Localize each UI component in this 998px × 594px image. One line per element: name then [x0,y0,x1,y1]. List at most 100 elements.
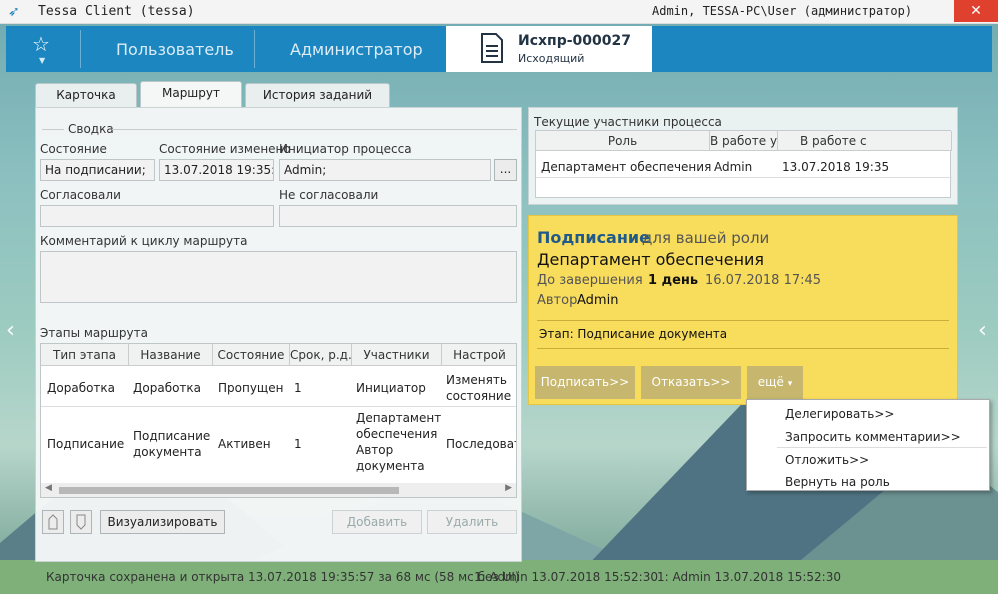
column-header[interactable]: Участники [352,344,442,366]
table-cell[interactable]: Доработка [133,380,201,396]
state-changed-label: Состояние изменено [159,142,291,156]
more-actions-menu: Делегировать>> Запросить комментарии>> О… [746,399,990,491]
nav-bar: ☆ ▼ Пользователь Администратор Исхпр-000… [6,26,992,72]
column-header[interactable]: Срок, р.д. [290,344,352,366]
column-header[interactable]: В работе у [710,131,778,151]
table-cell[interactable]: Департамент обеспечения [541,159,711,175]
visualize-button[interactable]: Визуализировать [100,510,225,534]
task-role: Департамент обеспечения [537,250,765,269]
participants-table: Роль В работе у В работе с Департамент о… [535,130,952,198]
column-header[interactable]: Настрой [442,344,516,366]
table-cell[interactable]: Admin [714,159,752,175]
due-label: До завершения [537,273,643,288]
column-header[interactable]: Название [129,344,213,366]
move-down-button[interactable] [70,510,92,534]
window-title: Tessa Client (tessa) [38,4,195,19]
group-divider [112,129,517,130]
refuse-button[interactable]: Отказать>> [641,366,741,399]
scroll-right-icon[interactable]: ▶ [505,483,512,493]
state-changed-field[interactable]: 13.07.2018 19:35:46 [159,159,274,181]
chevron-down-icon[interactable]: ▼ [39,56,45,65]
table-cell[interactable]: Инициатор [356,380,426,396]
title-bar: ➶ Tessa Client (tessa) Admin, TESSA-PC\U… [0,0,998,24]
horizontal-scrollbar[interactable]: ◀ ▶ [41,483,516,497]
table-cell[interactable]: Подписание документа [133,428,211,460]
more-button[interactable]: ещё ▾ [747,366,803,399]
stages-table: Тип этапа Название Состояние Срок, р.д. … [40,343,517,498]
column-header[interactable]: Роль [536,131,710,151]
task-title-suffix: для вашей роли [642,229,770,247]
nav-tab-admin[interactable]: Администратор [290,40,423,59]
state-label: Состояние [40,142,107,156]
scrollbar-thumb[interactable] [59,487,399,494]
document-number: Исхпр-000027 [518,33,631,49]
status-entry[interactable]: 1: Admin 13.07.2018 15:52:30 [474,570,658,584]
initiator-browse-button[interactable]: ... [494,159,517,181]
stages-label: Этапы маршрута [40,326,148,340]
task-stage: Этап: Подписание документа [539,327,728,341]
column-header[interactable]: Тип этапа [41,344,129,366]
menu-item-postpone[interactable]: Отложить>> [785,453,869,467]
table-cell[interactable]: Департамент обеспечения Автор документа [356,410,441,474]
tab-task-history[interactable]: История заданий [245,83,390,107]
more-label: ещё [757,375,784,389]
state-field[interactable]: На подписании; [40,159,155,181]
row-divider [536,177,952,178]
nav-divider [80,30,81,68]
participants-title: Текущие участники процесса [534,115,722,129]
scroll-left-icon[interactable]: ◀ [45,483,52,493]
due-value: 1 день [648,273,699,288]
tab-card[interactable]: Карточка [35,83,137,107]
nav-tab-document[interactable]: Исхпр-000027 Исходящий [446,26,652,72]
status-entry[interactable]: 1: Admin 13.07.2018 15:52:30 [657,570,841,584]
delete-stage-button[interactable]: Удалить [427,510,517,534]
favorites-star-icon[interactable]: ☆ [32,32,50,56]
table-cell[interactable]: Подписание [47,436,124,452]
table-cell[interactable]: Последоват [446,436,516,452]
summary-group-title: Сводка [68,122,114,136]
menu-item-return-to-role[interactable]: Вернуть на роль [785,475,890,489]
close-button[interactable]: ✕ [954,0,998,22]
chevron-down-icon: ▾ [787,379,793,389]
approved-field[interactable] [40,205,274,227]
move-up-button[interactable] [42,510,64,534]
initiator-field[interactable]: Admin; [279,159,491,181]
row-divider [41,406,516,407]
table-cell[interactable]: Пропущен [218,380,283,396]
menu-item-request-comments[interactable]: Запросить комментарии>> [785,430,961,444]
tab-route[interactable]: Маршрут [140,81,242,107]
add-stage-button[interactable]: Добавить [332,510,422,534]
not-approved-field[interactable] [279,205,517,227]
document-type: Исходящий [518,52,585,65]
table-cell[interactable]: Активен [218,436,271,452]
table-cell[interactable]: 13.07.2018 19:35 [782,159,889,175]
menu-item-delegate[interactable]: Делегировать>> [785,407,894,421]
task-title: Подписание [537,228,650,247]
not-approved-label: Не согласовали [279,188,379,202]
table-cell[interactable]: 1 [294,436,302,452]
status-message: Карточка сохранена и открыта 13.07.2018 … [46,570,520,584]
nav-tab-user[interactable]: Пользователь [116,40,234,59]
chevron-left-icon[interactable]: ‹ [6,318,15,343]
comment-field[interactable] [40,251,517,303]
participants-panel: Текущие участники процесса Роль В работе… [528,107,958,205]
menu-divider [777,447,987,448]
document-icon [481,33,503,63]
table-cell[interactable]: Доработка [47,380,115,396]
chevron-left-icon[interactable]: ‹ [978,318,987,343]
column-header[interactable]: Состояние [213,344,290,366]
arrow-down-doc-icon [76,514,86,530]
column-header[interactable]: В работе с [778,131,952,151]
task-panel: Подписание для вашей роли Департамент об… [528,215,958,405]
sign-button[interactable]: Подписать>> [535,366,635,399]
approved-label: Согласовали [40,188,121,202]
due-date: 16.07.2018 17:45 [705,273,822,288]
table-cell[interactable]: 1 [294,380,302,396]
tessa-bird-icon: ➶ [8,4,20,20]
arrow-up-doc-icon [48,514,58,530]
comment-label: Комментарий к циклу маршрута [40,234,248,248]
divider [537,348,949,349]
author-label: Автор [537,293,578,308]
divider [537,320,949,321]
table-cell[interactable]: Изменять состояние [446,372,516,404]
